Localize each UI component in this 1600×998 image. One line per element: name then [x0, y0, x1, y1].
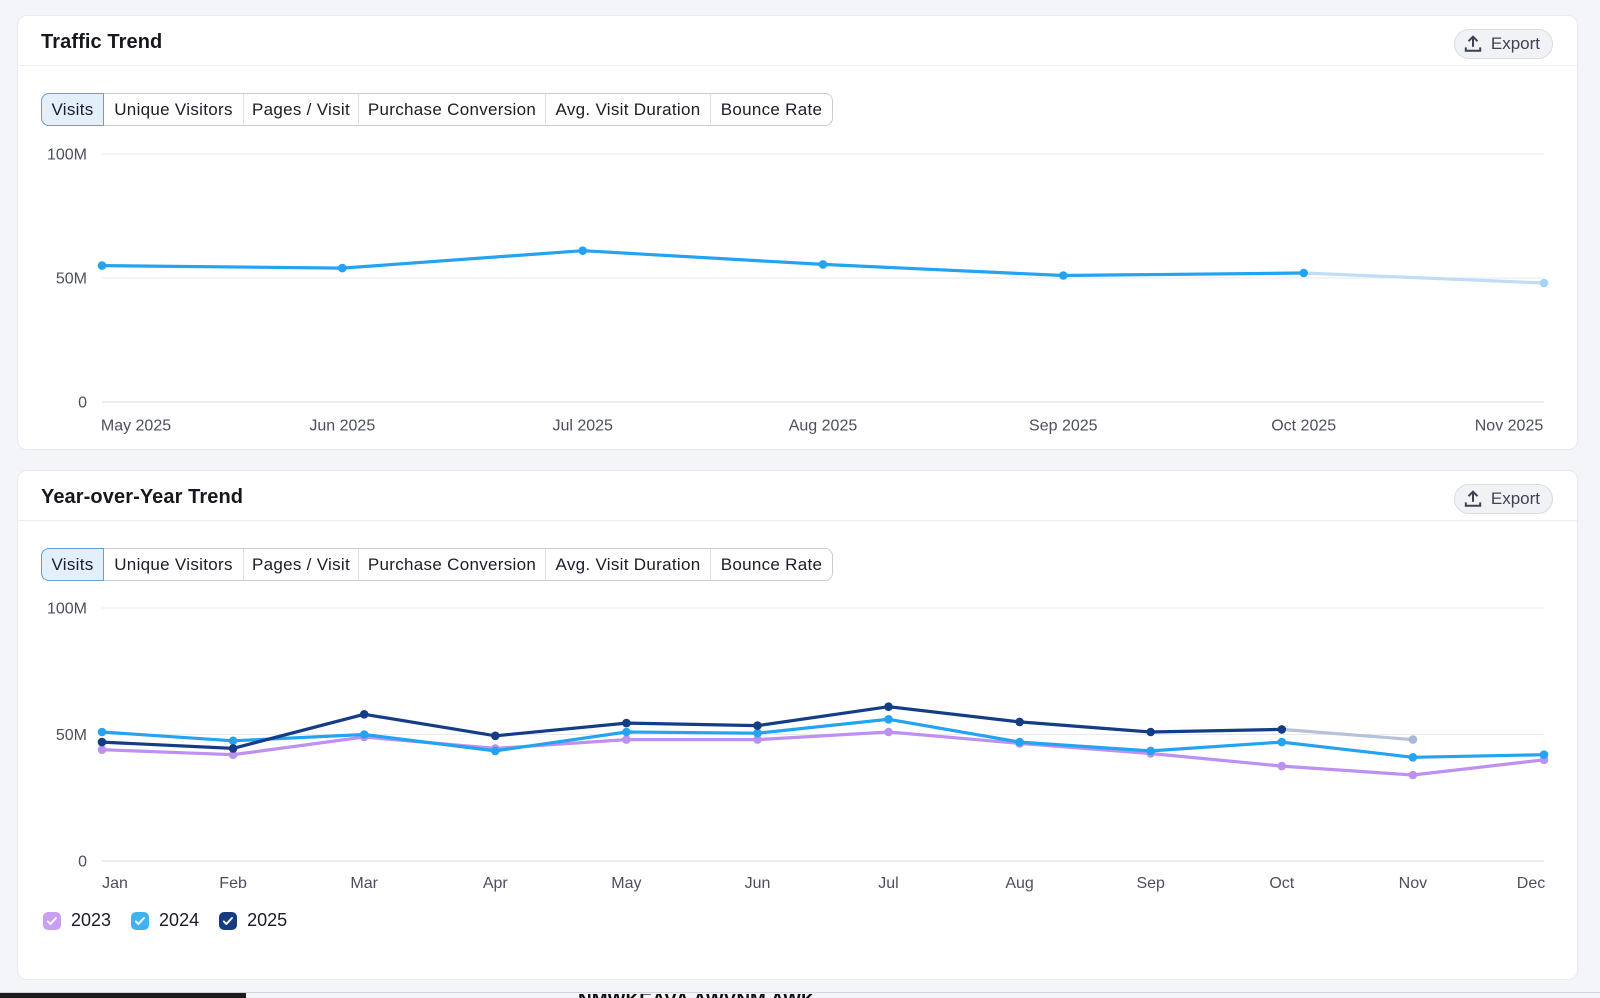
svg-text:Sep: Sep — [1136, 875, 1165, 892]
svg-text:Nov 2025: Nov 2025 — [1475, 418, 1544, 435]
svg-text:Jun 2025: Jun 2025 — [309, 418, 375, 435]
svg-text:May: May — [611, 875, 641, 892]
svg-text:Aug: Aug — [1005, 875, 1033, 892]
svg-text:Jul: Jul — [878, 875, 898, 892]
svg-text:Mar: Mar — [350, 875, 378, 892]
svg-text:Jan: Jan — [102, 875, 128, 892]
svg-text:Oct 2025: Oct 2025 — [1271, 418, 1336, 435]
svg-text:Sep 2025: Sep 2025 — [1029, 418, 1098, 435]
svg-text:50M: 50M — [56, 271, 87, 288]
svg-text:Apr: Apr — [483, 875, 509, 892]
svg-text:Aug 2025: Aug 2025 — [789, 418, 858, 435]
svg-text:Oct: Oct — [1269, 875, 1294, 892]
svg-text:May 2025: May 2025 — [101, 418, 171, 435]
svg-text:100M: 100M — [47, 147, 87, 164]
svg-text:0: 0 — [78, 395, 87, 412]
svg-text:100M: 100M — [47, 601, 87, 618]
svg-text:50M: 50M — [56, 727, 87, 744]
svg-text:Feb: Feb — [219, 875, 247, 892]
svg-text:Jun: Jun — [745, 875, 771, 892]
svg-text:0: 0 — [78, 854, 87, 871]
svg-text:Jul 2025: Jul 2025 — [552, 418, 613, 435]
svg-text:Nov: Nov — [1399, 875, 1427, 892]
svg-text:Dec: Dec — [1517, 875, 1545, 892]
